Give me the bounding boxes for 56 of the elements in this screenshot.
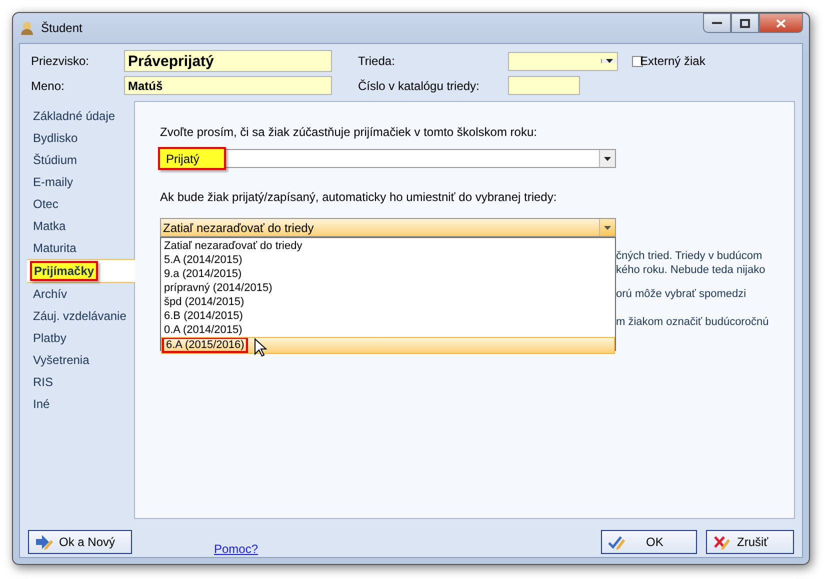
field-label: Meno:	[31, 78, 66, 92]
check-pencil-icon	[608, 534, 626, 550]
maximize-button[interactable]	[731, 13, 759, 33]
note-text: orú môže vybrať spomedzi	[616, 287, 748, 301]
field-label: Priezvisko:	[31, 54, 90, 68]
external-checkbox[interactable]	[632, 56, 643, 66]
sidebar-item[interactable]: Iné	[27, 393, 134, 415]
dropdown-arrow-icon	[604, 156, 611, 160]
field-label: Číslo v katalógu triedy:	[358, 78, 480, 92]
sidebar-item[interactable]: Základné údaje	[27, 105, 134, 127]
arrow-pencil-icon	[35, 534, 53, 550]
help-link[interactable]: Pomoc?	[214, 542, 258, 556]
ok-button[interactable]: OK	[601, 530, 697, 554]
sidebar-item[interactable]: E-maily	[27, 171, 134, 193]
first-name-field[interactable]: Matúš	[124, 76, 332, 95]
dropdown-option[interactable]: prípravný (2014/2015)	[161, 281, 615, 295]
sidebar-item[interactable]: Archív	[27, 283, 134, 305]
dropdown-option[interactable]: 6.A (2015/2016)	[161, 337, 615, 354]
checkbox-label: Externý žiak	[640, 54, 706, 68]
sidebar-item[interactable]: RIS	[27, 371, 134, 393]
ok-and-new-button[interactable]: Ok a Nový	[28, 530, 132, 554]
sidebar-item[interactable]: Matka	[27, 215, 134, 237]
close-icon	[776, 18, 786, 28]
sidebar-item[interactable]: Prijímačky	[27, 259, 135, 283]
sidebar-item[interactable]: Vyšetrenia	[27, 349, 134, 371]
sidebar-item[interactable]: Záuj. vzdelávanie	[27, 305, 134, 327]
dropdown-arrow-icon	[606, 59, 613, 63]
dropdown-option[interactable]: 0.A (2014/2015)	[161, 323, 615, 337]
question-text: Zvoľte prosím, či sa žiak zúčastňuje prijímačiek v tomto školskom roku:	[160, 125, 538, 139]
minimize-button[interactable]	[703, 13, 731, 33]
sidebar-item[interactable]: Štúdium	[27, 149, 134, 171]
maximize-icon	[740, 18, 750, 28]
dropdown-option[interactable]: 9.a (2014/2015)	[161, 267, 615, 281]
dropdown-option[interactable]: špd (2014/2015)	[161, 295, 615, 309]
sidebar-item[interactable]: Otec	[27, 193, 134, 215]
dropdown-option[interactable]: Zatiaľ nezaraďovať do triedy	[161, 239, 615, 253]
catalog-number-field[interactable]	[508, 76, 580, 95]
sidebar-item[interactable]: Platby	[27, 327, 134, 349]
field-label: Trieda:	[358, 54, 396, 68]
class-select[interactable]: Zatiaľ nezaraďovať do triedy	[160, 218, 616, 237]
prompt-text: Ak bude žiak prijatý/zapísaný, automaticky ho umiestniť do vybranej triedy:	[160, 190, 558, 204]
minimize-icon	[712, 21, 722, 25]
cross-pencil-icon	[713, 534, 731, 550]
window-title: Študent	[41, 21, 82, 35]
dropdown-arrow-icon	[604, 226, 611, 230]
cancel-button[interactable]: Zrušiť	[706, 530, 794, 554]
status-combo[interactable]: Prijatý	[160, 149, 616, 168]
note-text: m žiakom označiť budúcoročnú	[616, 315, 769, 329]
dropdown-option[interactable]: 6.B (2014/2015)	[161, 309, 615, 323]
note-text: čných tried. Triedy v budúcom kého roku. Nebude teda nijako	[616, 249, 766, 277]
close-button[interactable]	[759, 13, 803, 33]
sidebar-item[interactable]: Bydlisko	[27, 127, 134, 149]
sidebar-item[interactable]: Maturita	[27, 237, 134, 259]
dropdown-option[interactable]: 5.A (2014/2015)	[161, 253, 615, 267]
surname-field[interactable]: Práveprijatý	[124, 50, 332, 72]
student-icon	[19, 20, 35, 36]
